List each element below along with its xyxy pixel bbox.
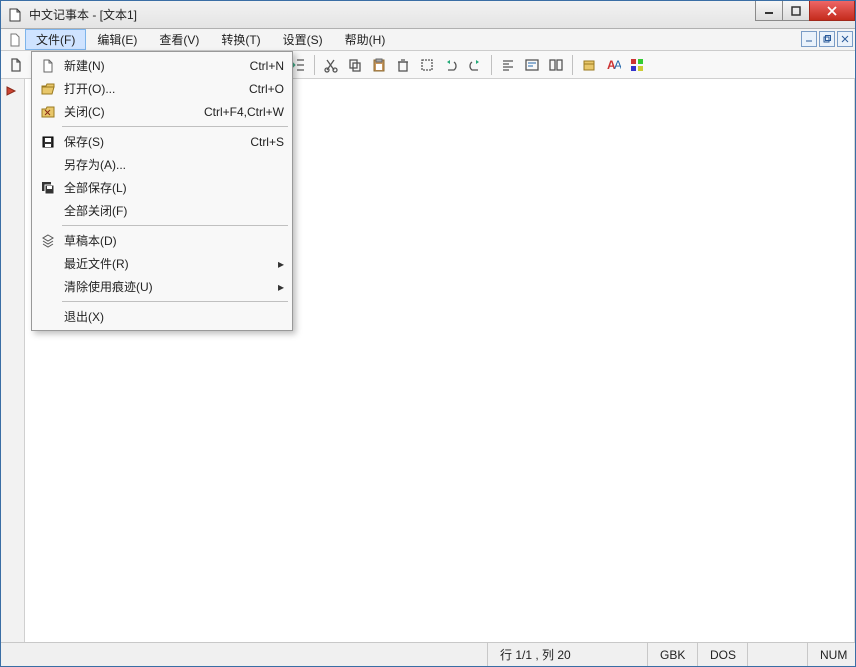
- menu-edit[interactable]: 编辑(E): [86, 29, 148, 50]
- open-icon: [38, 80, 58, 98]
- blank-icon: [38, 156, 58, 174]
- close-icon: [38, 103, 58, 121]
- mdi-close[interactable]: [837, 31, 853, 47]
- status-spacer: [1, 643, 487, 666]
- sep: [572, 55, 573, 75]
- tool-font[interactable]: AA: [602, 54, 624, 76]
- menubar: 文件(F) 编辑(E) 查看(V) 转换(T) 设置(S) 帮助(H): [1, 29, 855, 51]
- menu-view[interactable]: 查看(V): [148, 29, 210, 50]
- file-menu-item[interactable]: 草稿本(D): [34, 229, 290, 252]
- doc-icon: [5, 29, 25, 50]
- menu-file[interactable]: 文件(F): [25, 29, 86, 50]
- menu-item-label: 清除使用痕迹(U): [58, 278, 274, 295]
- saveall-icon: [38, 179, 58, 197]
- file-menu-item[interactable]: 新建(N)Ctrl+N: [34, 54, 290, 77]
- status-encoding: GBK: [647, 643, 697, 666]
- menu-item-shortcut: Ctrl+N: [240, 59, 284, 73]
- status-eol: DOS: [697, 643, 747, 666]
- menu-item-label: 退出(X): [58, 308, 274, 325]
- tool-color[interactable]: [626, 54, 648, 76]
- tool-copy[interactable]: [344, 54, 366, 76]
- tool-selectall[interactable]: [416, 54, 438, 76]
- file-menu-item[interactable]: 打开(O)...Ctrl+O: [34, 77, 290, 100]
- menu-item-label: 全部关闭(F): [58, 202, 274, 219]
- tool-wrap[interactable]: [521, 54, 543, 76]
- status-spare: [747, 643, 807, 666]
- menu-item-label: 关闭(C): [58, 103, 194, 120]
- file-menu-item[interactable]: 最近文件(R)▸: [34, 252, 290, 275]
- sep: [314, 55, 315, 75]
- file-menu-item[interactable]: 另存为(A)...: [34, 153, 290, 176]
- file-menu-item[interactable]: 关闭(C)Ctrl+F4,Ctrl+W: [34, 100, 290, 123]
- menu-item-label: 草稿本(D): [58, 232, 274, 249]
- file-menu-item[interactable]: 全部保存(L): [34, 176, 290, 199]
- maximize-button[interactable]: [782, 1, 810, 21]
- tool-columns[interactable]: [545, 54, 567, 76]
- gutter: [1, 79, 25, 642]
- svg-text:A: A: [614, 58, 621, 72]
- tool-delete[interactable]: [392, 54, 414, 76]
- statusbar: 行 1/1 , 列 20 GBK DOS NUM: [1, 642, 855, 666]
- save-icon: [38, 133, 58, 151]
- menu-item-label: 打开(O)...: [58, 80, 239, 97]
- new-icon: [38, 57, 58, 75]
- file-menu-item[interactable]: 全部关闭(F): [34, 199, 290, 222]
- status-position: 行 1/1 , 列 20: [487, 643, 647, 666]
- submenu-arrow-icon: ▸: [274, 257, 284, 271]
- status-numlock: NUM: [807, 643, 855, 666]
- window-title: 中文记事本 - [文本1]: [29, 6, 137, 23]
- blank-icon: [38, 202, 58, 220]
- file-menu-item[interactable]: 清除使用痕迹(U)▸: [34, 275, 290, 298]
- menu-separator: [62, 126, 288, 127]
- tool-redo[interactable]: [464, 54, 486, 76]
- submenu-arrow-icon: ▸: [274, 280, 284, 294]
- titlebar: 中文记事本 - [文本1]: [1, 1, 855, 29]
- menu-convert[interactable]: 转换(T): [210, 29, 271, 50]
- blank-icon: [38, 308, 58, 326]
- tool-undo[interactable]: [440, 54, 462, 76]
- menu-help[interactable]: 帮助(H): [334, 29, 397, 50]
- mdi-controls: [801, 31, 853, 47]
- sep: [491, 55, 492, 75]
- menu-item-label: 保存(S): [58, 133, 240, 150]
- menu-item-label: 最近文件(R): [58, 255, 274, 272]
- mdi-restore[interactable]: [819, 31, 835, 47]
- blank-icon: [38, 278, 58, 296]
- draft-icon: [38, 232, 58, 250]
- menu-item-label: 新建(N): [58, 57, 240, 74]
- menu-separator: [62, 225, 288, 226]
- menu-settings[interactable]: 设置(S): [272, 29, 334, 50]
- mdi-minimize[interactable]: [801, 31, 817, 47]
- window-controls: [756, 1, 855, 21]
- menu-item-shortcut: Ctrl+F4,Ctrl+W: [194, 105, 284, 119]
- tool-align-left[interactable]: [497, 54, 519, 76]
- file-menu-item[interactable]: 退出(X): [34, 305, 290, 328]
- app-icon: [7, 7, 23, 23]
- tool-new[interactable]: [5, 54, 27, 76]
- close-button[interactable]: [809, 1, 855, 21]
- menu-item-label: 全部保存(L): [58, 179, 274, 196]
- app-window: 中文记事本 - [文本1] 文件(F) 编辑(E) 查看(V) 转换(T) 设置…: [0, 0, 856, 667]
- minimize-button[interactable]: [755, 1, 783, 21]
- menu-separator: [62, 301, 288, 302]
- marker-icon: [5, 85, 17, 100]
- tool-paste[interactable]: [368, 54, 390, 76]
- menu-item-label: 另存为(A)...: [58, 156, 274, 173]
- menu-item-shortcut: Ctrl+S: [240, 135, 284, 149]
- tool-settings[interactable]: [578, 54, 600, 76]
- file-menu-dropdown: 新建(N)Ctrl+N打开(O)...Ctrl+O关闭(C)Ctrl+F4,Ct…: [31, 51, 293, 331]
- blank-icon: [38, 255, 58, 273]
- tool-cut[interactable]: [320, 54, 342, 76]
- menu-item-shortcut: Ctrl+O: [239, 82, 284, 96]
- file-menu-item[interactable]: 保存(S)Ctrl+S: [34, 130, 290, 153]
